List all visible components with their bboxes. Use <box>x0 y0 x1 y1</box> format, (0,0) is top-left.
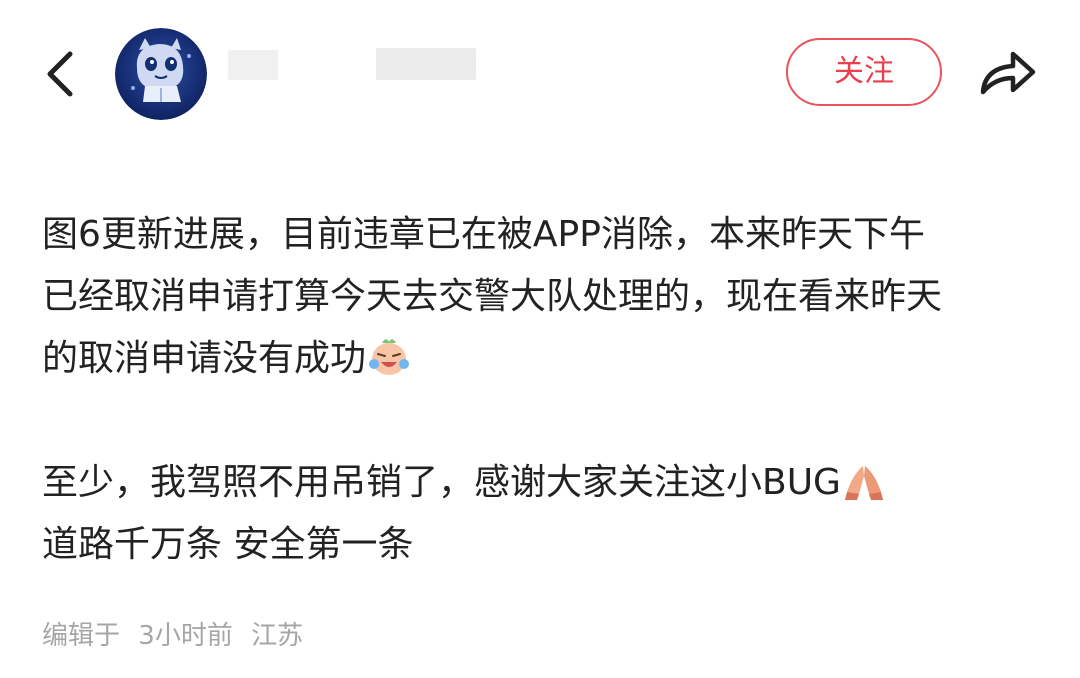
follow-button[interactable]: 关注 <box>786 38 942 106</box>
post-meta: 编辑于 3小时前 江苏 <box>42 618 303 654</box>
post-paragraph: 至少，我驾照不用吊销了，感谢大家关注这小BUG 道路千万条 安全第一条 <box>42 452 1052 576</box>
author-info-redacted <box>376 48 476 80</box>
post-location: 江苏 <box>251 621 304 651</box>
post-line-with-emoji: 的取消申请没有成功 <box>42 328 1052 390</box>
post-line: 道路千万条 安全第一条 <box>42 524 414 565</box>
author-name[interactable] <box>228 50 278 80</box>
avatar[interactable] <box>115 28 207 120</box>
post-line: 已经取消申请打算今天去交警大队处理的，现在看来昨天 <box>42 276 943 317</box>
post-paragraph: 图6更新进展，目前违章已在被APP消除，本来昨天下午 已经取消申请打算今天去交警… <box>42 204 1052 390</box>
post-line-with-emoji: 至少，我驾照不用吊销了，感谢大家关注这小BUG <box>42 452 1052 514</box>
share-button[interactable] <box>975 42 1039 102</box>
cartoon-avatar-icon <box>115 28 207 120</box>
post-header: 关注 <box>0 0 1080 150</box>
post-line-text: 至少，我驾照不用吊销了，感谢大家关注这小BUG <box>42 462 841 503</box>
chevron-left-icon <box>47 51 73 97</box>
share-arrow-icon <box>980 51 1036 95</box>
post-line: 图6更新进展，目前违章已在被APP消除，本来昨天下午 <box>42 214 925 255</box>
back-button[interactable] <box>38 44 88 104</box>
crying-laughing-face-icon <box>369 339 410 375</box>
edit-time: 3小时前 <box>138 621 233 651</box>
post-line-text: 的取消申请没有成功 <box>42 338 367 379</box>
edited-label: 编辑于 <box>42 621 121 651</box>
praying-hands-icon <box>844 466 883 500</box>
post-content: 图6更新进展，目前违章已在被APP消除，本来昨天下午 已经取消申请打算今天去交警… <box>42 204 1052 576</box>
